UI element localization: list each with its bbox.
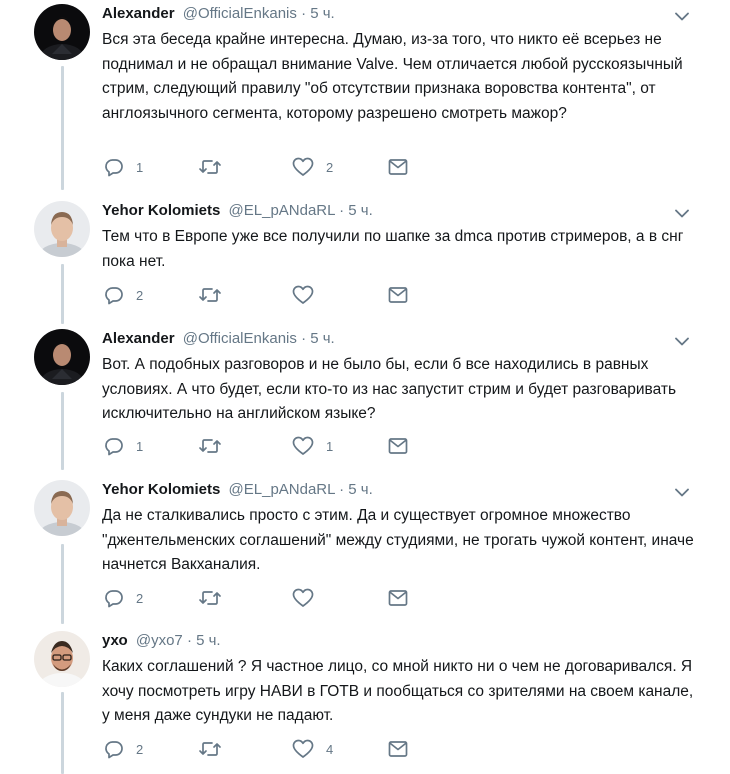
direct-message-button[interactable] [388,435,408,457]
retweet-icon [199,288,221,302]
retweet-button[interactable] [198,587,234,609]
display-name[interactable]: Yehor Kolomiets [102,202,220,219]
reply-button[interactable]: 1 [104,435,143,457]
retweet-button[interactable] [198,738,234,760]
direct-message-button[interactable] [388,738,408,760]
user-handle[interactable]: @yxo7 [136,632,183,649]
envelope-icon [388,438,408,454]
reply-icon [105,159,123,177]
avatar[interactable] [34,201,90,257]
tweet-actions: 2 [102,284,422,306]
more-menu-caret-icon[interactable] [672,482,692,502]
tweet-actions: 1 1 [102,435,422,457]
user-handle[interactable]: @OfficialEnkanis [183,5,297,22]
timestamp[interactable]: 5 ч. [310,330,335,347]
tweet-header: Yehor Kolomiets @EL_pANdaRL · 5 ч. [102,480,373,500]
reply-button[interactable]: 2 [104,587,143,609]
like-button[interactable]: 2 [292,156,333,178]
reply-icon [105,741,123,759]
thread-line [61,392,64,470]
tweet-actions: 1 2 [102,156,422,178]
tweet-header: Yehor Kolomiets @EL_pANdaRL · 5 ч. [102,201,373,221]
display-name[interactable]: ухо [102,632,128,649]
reply-count: 2 [136,287,144,303]
like-count: 4 [326,741,334,757]
like-button[interactable] [292,284,326,306]
tweet-text: Вот. А подобных разговоров и не было бы,… [102,356,677,422]
reply-icon [105,287,123,305]
display-name[interactable]: Alexander [102,330,175,347]
user-handle[interactable]: @OfficialEnkanis [183,330,297,347]
reply-count: 2 [136,741,144,757]
reply-button[interactable]: 2 [104,738,143,760]
user-handle[interactable]: @EL_pANdaRL [229,481,335,498]
thread-line [61,692,64,774]
retweet-button[interactable] [198,156,234,178]
like-count: 1 [326,438,334,454]
reply-count: 1 [136,438,144,454]
avatar[interactable] [34,631,90,687]
heart-icon [292,285,314,304]
avatar[interactable] [34,480,90,536]
timestamp[interactable]: 5 ч. [348,202,373,219]
like-count: 2 [326,159,334,175]
tweet-actions: 2 4 [102,738,422,760]
direct-message-button[interactable] [388,284,408,306]
reply-button[interactable]: 2 [104,284,143,306]
reply-count: 2 [136,590,144,606]
tweet-text: Да не сталкивались просто с этим. Да и с… [102,507,694,573]
tweet-text: Каких соглашений ? Я частное лицо, со мн… [102,658,694,724]
more-menu-caret-icon[interactable] [672,203,692,223]
more-menu-caret-icon[interactable] [672,6,692,26]
heart-icon [292,436,314,455]
timestamp[interactable]: 5 ч. [348,481,373,498]
tweet-header: Alexander @OfficialEnkanis · 5 ч. [102,4,335,24]
display-name[interactable]: Yehor Kolomiets [102,481,220,498]
retweet-button[interactable] [198,284,234,306]
like-button[interactable]: 4 [292,738,333,760]
like-button[interactable]: 1 [292,435,333,457]
separator-dot: · [186,632,192,649]
separator-dot: · [339,202,345,219]
reply-button[interactable]: 1 [104,156,143,178]
retweet-icon [199,742,221,756]
thread-line [61,264,64,324]
thread-line [61,66,64,190]
user-handle[interactable]: @EL_pANdaRL [229,202,335,219]
tweet-text: Тем что в Европе уже все получили по шап… [102,228,684,270]
tweet-header: ухо @yxo7 · 5 ч. [102,631,221,651]
thread-line [61,544,64,624]
heart-icon [292,157,314,176]
envelope-icon [388,159,408,175]
tweet-text: Вся эта беседа крайне интересна. Думаю, … [102,31,683,122]
heart-icon [292,588,314,607]
tweet-header: Alexander @OfficialEnkanis · 5 ч. [102,329,335,349]
envelope-icon [388,741,408,757]
envelope-icon [388,287,408,303]
envelope-icon [388,590,408,606]
direct-message-button[interactable] [388,156,408,178]
direct-message-button[interactable] [388,587,408,609]
avatar[interactable] [34,4,90,60]
reply-icon [105,590,123,608]
heart-icon [292,739,314,758]
timestamp[interactable]: 5 ч. [196,632,221,649]
tweet-actions: 2 [102,587,422,609]
reply-count: 1 [136,159,144,175]
separator-dot: · [301,330,307,347]
more-menu-caret-icon[interactable] [672,331,692,351]
retweet-icon [199,160,221,174]
separator-dot: · [339,481,345,498]
retweet-icon [199,439,221,453]
display-name[interactable]: Alexander [102,5,175,22]
retweet-button[interactable] [198,435,234,457]
avatar[interactable] [34,329,90,385]
timestamp[interactable]: 5 ч. [310,5,335,22]
reply-icon [105,438,123,456]
separator-dot: · [301,5,307,22]
like-button[interactable] [292,587,326,609]
retweet-icon [199,591,221,605]
